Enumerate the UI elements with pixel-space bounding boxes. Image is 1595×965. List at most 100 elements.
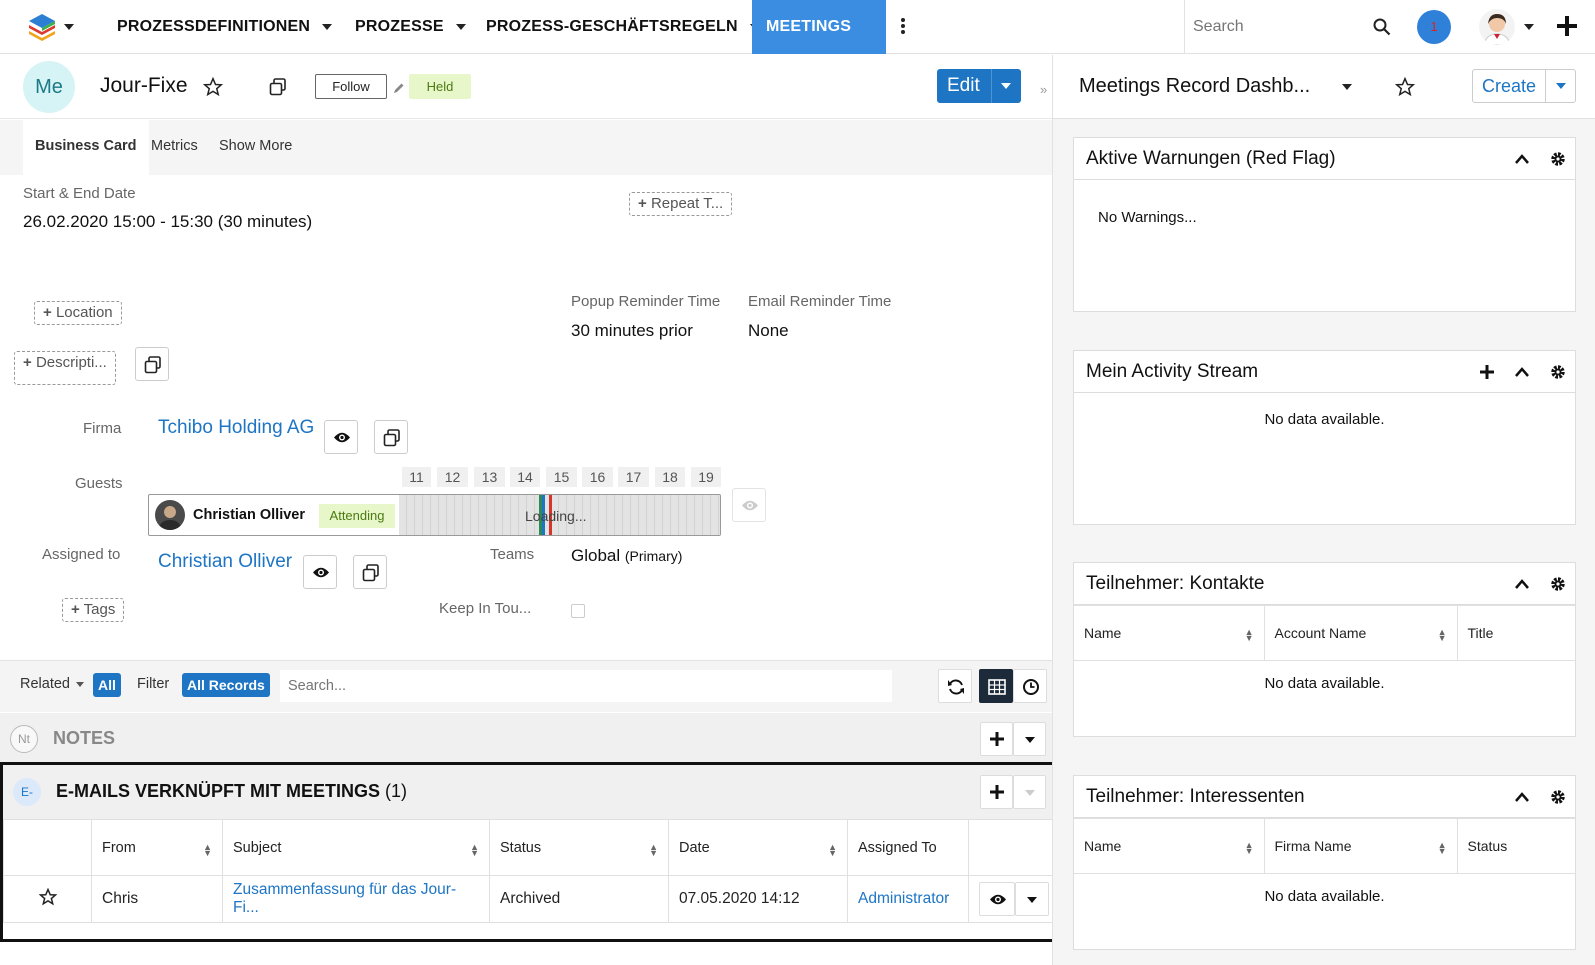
preview-email-button[interactable] [979, 882, 1015, 916]
teams-value[interactable]: Global (Primary) [571, 546, 682, 566]
pencil-icon[interactable] [393, 82, 405, 94]
hour-18: 18 [655, 467, 685, 487]
collapse-chevron-up-icon[interactable] [1515, 792, 1529, 804]
column-assigned-to[interactable]: Assigned To [847, 819, 969, 876]
notes-actions-dropdown[interactable] [1013, 722, 1046, 756]
column-firma-name[interactable]: Firma Name ▲ ▼ [1263, 818, 1458, 874]
app-menu-chevron-down-icon[interactable] [64, 24, 74, 30]
copy-icon [383, 429, 401, 447]
dashboard-title[interactable]: Meetings Record Dashb... [1079, 75, 1310, 98]
filter-all-records-pill[interactable]: All Records [182, 673, 270, 697]
dashboard-header: Meetings Record Dashb... Create [1053, 55, 1595, 119]
dashboard-favorite-star-icon[interactable] [1395, 77, 1415, 97]
related-dropdown[interactable]: Related [20, 676, 85, 692]
email-row-actions-dropdown[interactable] [1015, 882, 1049, 916]
notification-badge[interactable]: 1 [1417, 10, 1451, 44]
popup-reminder-value[interactable]: 30 minutes prior [571, 321, 693, 341]
guest-row[interactable]: Christian Olliver Attending Loading... [148, 494, 721, 536]
search-icon[interactable] [1373, 18, 1391, 36]
column-from[interactable]: From ▲ ▼ [91, 819, 223, 876]
quick-create-plus-icon[interactable] [1557, 16, 1577, 36]
favorite-star-icon[interactable] [38, 887, 57, 906]
dashboard-chevron-down-icon[interactable] [1342, 84, 1352, 90]
nav-item-meetings[interactable]: MEETINGS [752, 0, 886, 84]
hour-13: 13 [474, 467, 505, 487]
more-menu-icon[interactable] [900, 17, 906, 35]
guests-label: Guests [75, 475, 123, 492]
edit-button[interactable]: Edit [937, 69, 1021, 103]
copy-icon[interactable] [269, 78, 287, 96]
copy-description-button[interactable] [135, 347, 169, 381]
collapse-chevron-up-icon[interactable] [1515, 154, 1529, 166]
column-name[interactable]: Name ▲ ▼ [1074, 605, 1265, 661]
column-date[interactable]: Date ▲ ▼ [668, 819, 848, 876]
email-reminder-value[interactable]: None [748, 321, 789, 341]
nav-item-prozess-geschaeftsregeln[interactable]: PROZESS-GESCHÄFTSREGELN [486, 0, 760, 54]
emails-create-button[interactable] [980, 775, 1013, 809]
tab-show-more[interactable]: Show More [219, 120, 292, 175]
notes-subpanel-header[interactable]: Nt NOTES [0, 713, 1052, 765]
sort-icon: ▲ ▼ [828, 841, 837, 858]
preview-guest-button[interactable] [732, 488, 766, 522]
global-search-input[interactable] [1185, 0, 1335, 54]
email-assigned-link[interactable]: Administrator [847, 875, 969, 923]
create-actions-chevron-down-icon[interactable] [1556, 83, 1566, 89]
column-account-name[interactable]: Account Name ▲ ▼ [1263, 605, 1458, 661]
table-row[interactable]: Chris Zusammenfassung für das Jour-Fi...… [3, 875, 1062, 923]
copy-assigned-button[interactable] [353, 555, 387, 589]
sort-icon: ▲ ▼ [1437, 840, 1447, 856]
hour-19: 19 [691, 467, 721, 487]
copy-firma-button[interactable] [374, 420, 408, 454]
refresh-button[interactable] [938, 669, 972, 703]
column-name[interactable]: Name ▲ ▼ [1074, 818, 1265, 874]
gear-icon[interactable] [1550, 576, 1566, 592]
user-avatar[interactable] [1479, 9, 1515, 45]
tab-business-card[interactable]: Business Card [23, 120, 149, 175]
expand-panel-icon[interactable]: » [1040, 82, 1047, 97]
preview-assigned-button[interactable] [303, 555, 337, 589]
timeline-view-button[interactable] [1013, 669, 1047, 703]
email-subject-link[interactable]: Zusammenfassung für das Jour-Fi... [222, 875, 490, 923]
follow-button[interactable]: Follow [315, 74, 387, 99]
column-status[interactable]: Status [1456, 818, 1575, 874]
start-end-date-value[interactable]: 26.02.2020 15:00 - 15:30 (30 minutes) [23, 212, 312, 232]
column-status[interactable]: Status ▲ ▼ [489, 819, 669, 876]
column-subject[interactable]: Subject ▲ ▼ [222, 819, 490, 876]
table-view-button[interactable] [979, 669, 1013, 703]
nav-item-prozessdefinitionen[interactable]: PROZESSDEFINITIONEN [117, 0, 333, 54]
user-menu-chevron-down-icon[interactable] [1524, 24, 1534, 30]
eye-icon [989, 893, 1007, 906]
collapse-chevron-up-icon[interactable] [1515, 367, 1529, 379]
nav-item-prozesse[interactable]: PROZESSE [355, 0, 466, 54]
assigned-to-link[interactable]: Christian Olliver [158, 551, 292, 573]
collapse-chevron-up-icon[interactable] [1515, 579, 1529, 591]
tab-metrics[interactable]: Metrics [151, 120, 198, 175]
emails-subpanel-header[interactable]: E- E-MAILS VERKNÜPFT MIT MEETINGS (1) [3, 765, 1062, 819]
dashlet-red-flag: Aktive Warnungen (Red Flag) No Warnings.… [1073, 137, 1576, 312]
sort-icon: ▲ ▼ [1244, 627, 1254, 643]
gear-icon[interactable] [1550, 151, 1566, 167]
column-title[interactable]: Title [1456, 605, 1575, 661]
availability-timeline: Loading... [399, 495, 720, 535]
create-button[interactable]: Create [1472, 69, 1576, 103]
edit-actions-chevron-down-icon[interactable] [1001, 83, 1011, 89]
preview-firma-button[interactable] [324, 420, 358, 454]
add-repeat-button[interactable]: + Repeat T... [629, 192, 733, 216]
gear-icon[interactable] [1550, 364, 1566, 380]
app-logo-icon[interactable] [27, 12, 57, 42]
hour-15: 15 [546, 467, 577, 487]
favorite-star-icon[interactable] [203, 77, 223, 97]
notes-create-button[interactable] [980, 722, 1013, 756]
keep-in-touch-checkbox[interactable] [571, 604, 585, 618]
add-description-button[interactable]: + Descripti... [14, 351, 116, 385]
gear-icon[interactable] [1550, 789, 1566, 805]
related-search-input[interactable] [280, 670, 892, 702]
clock-icon [1022, 678, 1040, 696]
add-tags-button[interactable]: + Tags [62, 598, 125, 622]
related-all-pill[interactable]: All [93, 673, 121, 697]
add-plus-icon[interactable] [1480, 365, 1494, 379]
emails-actions-dropdown[interactable] [1013, 775, 1046, 809]
add-location-button[interactable]: + Location [34, 301, 122, 325]
firma-link[interactable]: Tchibo Holding AG [158, 417, 314, 439]
emails-table: From ▲ ▼ Subject ▲ ▼ Status ▲ ▼ Date ▲ ▼ Assigne… [3, 819, 1062, 923]
